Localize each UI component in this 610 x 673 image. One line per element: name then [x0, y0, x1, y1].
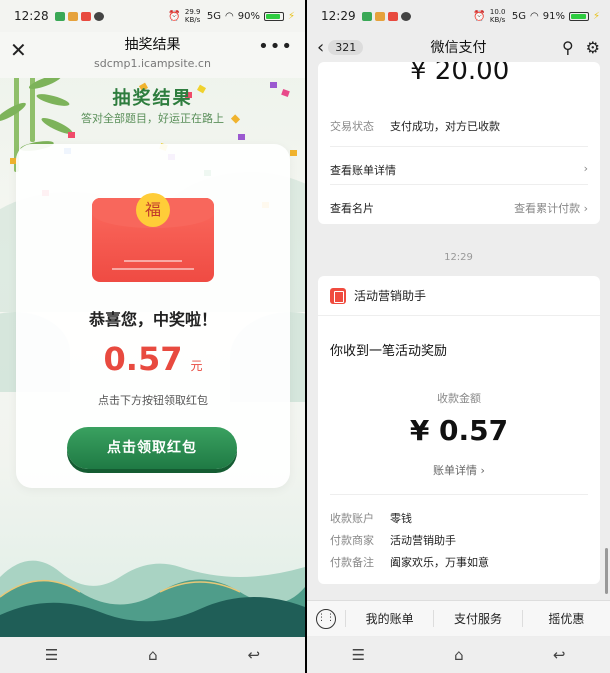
- detail-key: 收款账户: [330, 512, 374, 525]
- browser-header: ✕ 抽奖结果 sdcmp1.icampsite.cn •••: [0, 32, 305, 78]
- prize-amount-unit: 元: [190, 359, 203, 373]
- claim-tip: 点击下方按钮领取红包: [98, 394, 208, 407]
- left-screen: 12:28 ⏰ 29.9 KB/s 5G ◠ 90% ⚡ ✕ 抽奖结果 sdcm…: [0, 0, 305, 673]
- sender-name: 活动营销助手: [354, 289, 427, 303]
- detail-row: 付款商家 活动营销助手: [330, 532, 588, 548]
- wifi-icon: ◠: [530, 10, 539, 22]
- net-speed: 10.0 KB/s: [489, 8, 506, 24]
- battery-percent: 91%: [542, 10, 565, 22]
- reward-message: 你收到一笔活动奖励: [330, 344, 448, 359]
- scrollbar[interactable]: [605, 548, 608, 594]
- app-notification-icon: [54, 11, 65, 21]
- signal-label: 5G: [206, 10, 221, 22]
- gear-icon[interactable]: ⚙: [586, 38, 600, 57]
- message-timestamp: 12:29: [444, 252, 473, 263]
- bottom-menu: ⋮⋮ 我的账单 支付服务 摇优惠: [307, 600, 610, 636]
- detail-link-label: 账单详情: [433, 464, 478, 477]
- unread-badge[interactable]: 321: [328, 39, 364, 55]
- chat-icon: [400, 11, 411, 21]
- reward-amount: ¥ 0.57: [409, 414, 509, 447]
- fu-badge: 福: [136, 193, 170, 227]
- chat-icon: [93, 11, 104, 21]
- menu-my-bills[interactable]: 我的账单: [345, 610, 433, 627]
- prize-card: 福 恭喜您，中奖啦！ 0.57 元 点击下方按钮领取红包 点击领取红包: [16, 144, 290, 488]
- prize-amount-value: 0.57: [103, 340, 183, 378]
- charging-icon: ⚡: [287, 10, 295, 22]
- previous-amount: ¥ 20.00: [410, 62, 510, 86]
- detail-key: 付款商家: [330, 534, 374, 547]
- status-key: 交易状态: [330, 120, 374, 133]
- more-icon[interactable]: •••: [258, 36, 293, 57]
- app-notification-icon: [374, 11, 385, 21]
- notification-icons: [54, 11, 104, 21]
- search-icon[interactable]: ⚲: [562, 38, 574, 57]
- result-heading: 抽奖结果: [112, 88, 193, 109]
- menu-icon[interactable]: ☰: [352, 646, 365, 664]
- home-icon[interactable]: ⌂: [454, 646, 464, 664]
- battery-icon: [568, 11, 589, 21]
- detail-row: 收款账户 零钱: [330, 510, 588, 526]
- app-notification-icon: [80, 11, 91, 21]
- status-row: 交易状态 支付成功，对方已收款: [330, 118, 588, 134]
- cumulative-link[interactable]: 查看累计付款 ›: [514, 200, 588, 216]
- previous-payment-card: ¥ 20.00 交易状态 支付成功，对方已收款 查看账单详情 › 查看名片 查看…: [318, 62, 600, 224]
- page-content: 抽奖结果 答对全部题目，好运正在路上 福 恭喜您，中奖啦！ 0.57 元 点击下方…: [0, 62, 305, 637]
- wifi-icon: ◠: [225, 10, 234, 22]
- right-screen: 12:29 ⏰ 10.0 KB/s 5G ◠ 91% ⚡ ‹ 321 微信支付 …: [307, 0, 610, 673]
- detail-value: 零钱: [390, 512, 412, 525]
- close-icon[interactable]: ✕: [10, 38, 27, 62]
- detail-value: 活动营销助手: [390, 534, 456, 547]
- red-packet-icon: [330, 287, 346, 304]
- status-time: 12:28: [14, 9, 49, 23]
- bill-detail-link[interactable]: 账单详情 ›: [318, 462, 600, 478]
- reward-card-header: 活动营销助手: [318, 276, 600, 316]
- chevron-right-icon: ›: [583, 162, 588, 175]
- red-envelope: 福: [92, 193, 214, 282]
- app-notification-icon: [387, 11, 398, 21]
- signal-label: 5G: [511, 10, 526, 22]
- reward-card[interactable]: 活动营销助手 你收到一笔活动奖励 收款金额 ¥ 0.57 账单详情 › 收款账户…: [318, 276, 600, 584]
- back-chevron-icon[interactable]: ‹: [317, 37, 324, 58]
- bill-detail-link[interactable]: 查看账单详情 ›: [330, 162, 588, 178]
- congrats-text: 恭喜您，中奖啦！: [88, 310, 217, 329]
- card-link-label: 查看名片: [330, 202, 374, 215]
- menu-payment-services[interactable]: 支付服务: [433, 610, 521, 627]
- chat-header: ‹ 321 微信支付 ⚲ ⚙: [307, 32, 610, 62]
- status-bar: 12:29 ⏰ 10.0 KB/s 5G ◠ 91% ⚡: [307, 0, 610, 32]
- bill-detail-label: 查看账单详情: [330, 164, 396, 177]
- status-bar: 12:28 ⏰ 29.9 KB/s 5G ◠ 90% ⚡: [0, 0, 305, 32]
- cumulative-label: 查看累计付款: [514, 202, 581, 215]
- app-notification-icon: [361, 11, 372, 21]
- card-link[interactable]: 查看名片 查看累计付款 ›: [330, 200, 588, 216]
- wave-decoration: [0, 560, 305, 637]
- status-time: 12:29: [321, 9, 356, 23]
- result-subheading: 答对全部题目，好运正在路上: [81, 112, 224, 125]
- keyboard-icon[interactable]: ⋮⋮: [307, 608, 345, 629]
- battery-icon: [263, 11, 284, 21]
- claim-button[interactable]: 点击领取红包: [67, 427, 237, 469]
- status-value: 支付成功，对方已收款: [390, 120, 500, 133]
- menu-icon[interactable]: ☰: [45, 646, 58, 664]
- back-icon[interactable]: ↩: [553, 646, 566, 664]
- home-icon[interactable]: ⌂: [148, 646, 158, 664]
- menu-shake-offers[interactable]: 摇优惠: [521, 610, 610, 627]
- alarm-icon: ⏰: [473, 10, 486, 22]
- detail-value: 阖家欢乐，万事如意: [390, 556, 489, 569]
- prize-amount: 0.57 元: [16, 340, 290, 378]
- app-notification-icon: [67, 11, 78, 21]
- alarm-icon: ⏰: [168, 10, 181, 22]
- detail-row: 付款备注 阖家欢乐，万事如意: [330, 554, 588, 570]
- system-nav-bar: ☰ ⌂ ↩: [307, 637, 610, 673]
- notification-icons: [361, 11, 411, 21]
- system-nav-bar: ☰ ⌂ ↩: [0, 637, 305, 673]
- back-icon[interactable]: ↩: [248, 646, 261, 664]
- amount-label: 收款金额: [437, 392, 481, 405]
- charging-icon: ⚡: [592, 10, 600, 22]
- detail-key: 付款备注: [330, 556, 374, 569]
- page-url: sdcmp1.icampsite.cn: [94, 57, 211, 70]
- net-speed: 29.9 KB/s: [184, 8, 201, 24]
- battery-percent: 90%: [237, 10, 260, 22]
